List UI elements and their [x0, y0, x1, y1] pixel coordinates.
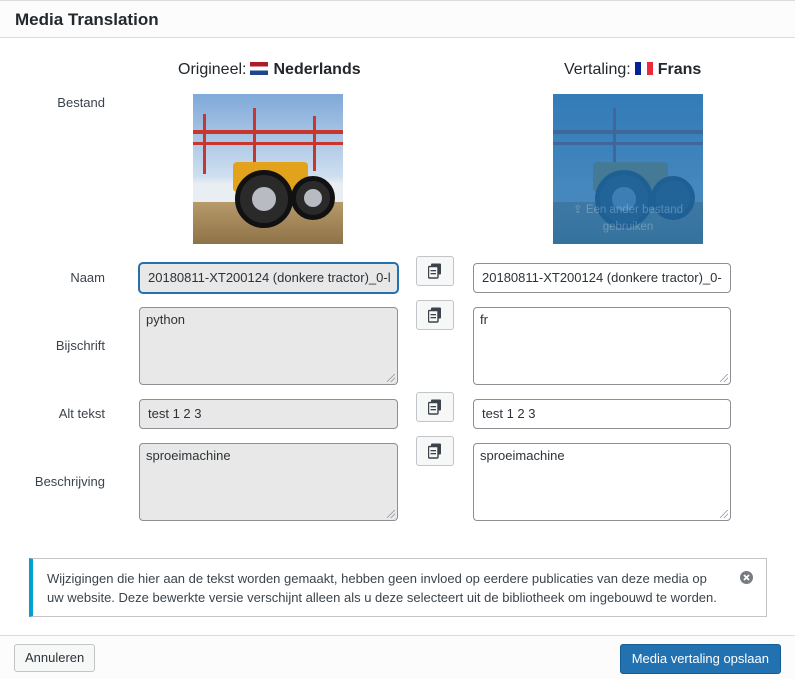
original-caption-field[interactable]: python [139, 307, 398, 385]
copy-caption-button[interactable] [416, 300, 454, 330]
translation-name-field[interactable]: 20180811-XT200124 (donkere tractor)_0- [473, 263, 731, 293]
original-prefix: Origineel: [178, 61, 247, 78]
resize-handle[interactable] [720, 374, 728, 382]
copy-icon [428, 399, 441, 415]
info-notice: Wijzigingen die hier aan de tekst worden… [29, 558, 767, 617]
dismiss-icon[interactable] [740, 571, 753, 584]
resize-handle[interactable] [387, 510, 395, 518]
copy-alt-button[interactable] [416, 392, 454, 422]
original-media-thumbnail [193, 94, 343, 244]
translation-media-thumbnail[interactable]: ⇪ Een ander bestand gebruiken [553, 94, 703, 244]
flag-nl-icon [250, 62, 269, 75]
original-description-field[interactable]: sproeimachine [139, 443, 398, 521]
upload-icon: ⇪ [572, 204, 583, 216]
copy-name-button[interactable] [416, 256, 454, 286]
save-translation-button[interactable]: Media vertaling opslaan [619, 644, 781, 674]
translation-column-heading: Vertaling: Frans [564, 61, 701, 79]
original-alt-field[interactable]: test 1 2 3 [139, 399, 398, 429]
dialog-header: Media Translation [0, 0, 795, 38]
description-label: Beschrijving [34, 474, 105, 489]
copy-icon [428, 443, 441, 459]
translation-prefix: Vertaling: [564, 61, 631, 78]
resize-handle[interactable] [387, 374, 395, 382]
copy-icon [428, 307, 441, 323]
notice-text: Wijzigingen die hier aan de tekst worden… [47, 571, 717, 605]
resize-handle[interactable] [720, 510, 728, 518]
translation-alt-field[interactable]: test 1 2 3 [473, 399, 731, 429]
original-column-heading: Origineel: Nederlands [178, 61, 361, 79]
dialog-title: Media Translation [15, 10, 159, 29]
translation-caption-field[interactable]: fr [473, 307, 731, 385]
file-label: Bestand [57, 95, 105, 110]
original-language: Nederlands [273, 61, 361, 78]
caption-label: Bijschrift [55, 338, 105, 353]
translation-language: Frans [657, 61, 702, 78]
cancel-button[interactable]: Annuleren [14, 644, 96, 672]
original-name-field[interactable]: 20180811-XT200124 (donkere tractor)_0-l [139, 263, 398, 293]
alt-label: Alt tekst [58, 406, 105, 421]
copy-icon [428, 263, 441, 279]
name-label: Naam [70, 270, 105, 285]
copy-description-button[interactable] [416, 436, 454, 466]
flag-fr-icon [634, 62, 653, 75]
replace-file-link[interactable]: ⇪ Een ander bestand gebruiken [563, 202, 693, 236]
translation-description-field[interactable]: sproeimachine [473, 443, 731, 521]
